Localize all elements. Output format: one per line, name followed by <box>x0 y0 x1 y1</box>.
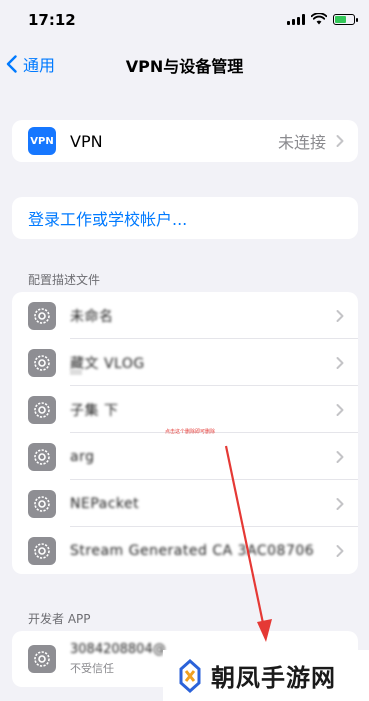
watermark-text: 朝凤手游网 <box>211 664 336 692</box>
watermark: 朝凤手游网 <box>163 650 369 701</box>
watermark-logo-icon <box>179 658 201 693</box>
red-arrow-annotation <box>224 445 272 642</box>
